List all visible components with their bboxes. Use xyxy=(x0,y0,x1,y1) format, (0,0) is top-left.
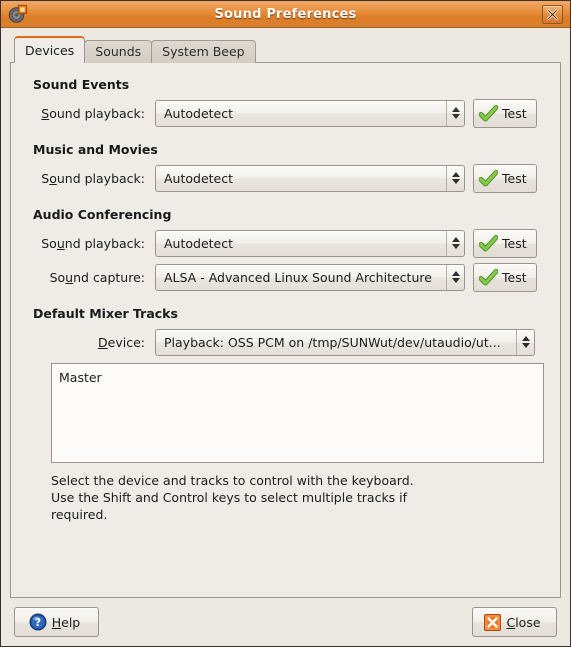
check-icon xyxy=(478,234,499,252)
check-icon xyxy=(478,104,499,122)
combo-music-movies-playback-value: Autodetect xyxy=(164,170,234,186)
close-button[interactable]: Close xyxy=(472,607,557,637)
check-icon xyxy=(478,268,499,286)
mixer-tracks-list[interactable]: Master xyxy=(51,363,544,463)
arrow-up-icon xyxy=(451,237,460,242)
label-conferencing-capture: Sound capture: xyxy=(49,269,145,285)
arrow-up-icon xyxy=(451,172,460,177)
devices-tab-panel: Sound Events Sound playback: Autodetect xyxy=(10,62,561,598)
combo-conferencing-playback-value: Autodetect xyxy=(164,235,234,251)
combo-conferencing-playback[interactable]: Autodetect xyxy=(155,229,465,257)
test-button-label: Test xyxy=(502,105,527,121)
arrow-up-icon xyxy=(451,271,460,276)
spinner-arrows-icon[interactable] xyxy=(516,329,534,355)
label-conferencing-playback: Sound playback: xyxy=(41,235,145,251)
row-sound-events-playback: Sound playback: Autodetect Test xyxy=(27,98,544,128)
close-icon xyxy=(547,8,558,20)
label-music-movies-playback: Sound playback: xyxy=(41,170,145,186)
hint-line: Use the Shift and Control keys to select… xyxy=(51,490,408,505)
test-button-music-movies[interactable]: Test xyxy=(473,163,537,193)
combo-music-movies-playback[interactable]: Autodetect xyxy=(155,164,465,192)
test-button-label: Test xyxy=(502,235,527,251)
spinner-arrows-icon[interactable] xyxy=(446,264,464,290)
row-music-movies-playback: Sound playback: Autodetect Test xyxy=(27,163,544,193)
arrow-up-icon xyxy=(451,107,460,112)
dialog-content: Devices Sounds System Beep Sound Events … xyxy=(1,28,570,598)
arrow-down-icon xyxy=(451,179,460,184)
dialog-action-area: ? Help Close xyxy=(1,598,570,646)
combo-sound-events-playback-value: Autodetect xyxy=(164,105,234,121)
row-conferencing-playback: Sound playback: Autodetect Test xyxy=(27,228,544,258)
arrow-down-icon xyxy=(451,244,460,249)
test-button-label: Test xyxy=(502,269,527,285)
group-title-default-mixer-tracks: Default Mixer Tracks xyxy=(33,306,178,321)
arrow-down-icon xyxy=(451,278,460,283)
help-button[interactable]: ? Help xyxy=(14,607,99,637)
close-button-label: Close xyxy=(506,614,541,630)
help-button-label: Help xyxy=(51,614,81,630)
test-button-conferencing-capture[interactable]: Test xyxy=(473,262,537,292)
svg-text:?: ? xyxy=(35,616,41,629)
tab-devices[interactable]: Devices xyxy=(14,36,86,63)
sound-preferences-window: Sound Preferences Devices Sounds System … xyxy=(0,0,571,647)
combo-conferencing-capture[interactable]: ALSA - Advanced Linux Sound Architecture xyxy=(155,263,465,291)
help-question-icon: ? xyxy=(29,613,47,631)
check-icon xyxy=(478,169,499,187)
close-x-icon xyxy=(484,613,502,631)
group-title-music-and-movies: Music and Movies xyxy=(33,142,158,157)
arrow-down-icon xyxy=(521,343,530,348)
spinner-arrows-icon[interactable] xyxy=(446,100,464,126)
group-title-audio-conferencing: Audio Conferencing xyxy=(33,207,172,222)
arrow-down-icon xyxy=(451,114,460,119)
window-title: Sound Preferences xyxy=(214,6,357,22)
row-conferencing-capture: Sound capture: ALSA - Advanced Linux Sou… xyxy=(27,262,544,292)
tab-strip: Devices Sounds System Beep xyxy=(14,36,561,63)
window-titlebar[interactable]: Sound Preferences xyxy=(1,1,570,28)
combo-conferencing-capture-value: ALSA - Advanced Linux Sound Architecture xyxy=(164,269,432,285)
label-sound-events-playback: Sound playback: xyxy=(41,105,145,121)
test-button-conferencing-playback[interactable]: Test xyxy=(473,228,537,258)
tab-system-beep[interactable]: System Beep xyxy=(151,40,256,63)
test-button-sound-events[interactable]: Test xyxy=(473,98,537,128)
list-item[interactable]: Master xyxy=(59,369,536,386)
combo-mixer-device[interactable]: Playback: OSS PCM on /tmp/SUNWut/dev/uta… xyxy=(155,328,535,356)
hint-line: Select the device and tracks to control … xyxy=(51,473,414,488)
arrow-up-icon xyxy=(521,336,530,341)
spinner-arrows-icon[interactable] xyxy=(446,165,464,191)
sound-preferences-icon xyxy=(7,3,29,25)
group-title-sound-events: Sound Events xyxy=(33,77,130,92)
label-mixer-device: Device: xyxy=(98,334,145,350)
mixer-tracks-hint: Select the device and tracks to control … xyxy=(51,472,544,523)
window-close-button[interactable] xyxy=(542,4,563,24)
tab-sounds[interactable]: Sounds xyxy=(84,40,153,63)
combo-mixer-device-value: Playback: OSS PCM on /tmp/SUNWut/dev/uta… xyxy=(164,334,501,350)
row-mixer-device: Device: Playback: OSS PCM on /tmp/SUNWut… xyxy=(27,327,544,357)
hint-line: required. xyxy=(51,507,108,522)
test-button-label: Test xyxy=(502,170,527,186)
spinner-arrows-icon[interactable] xyxy=(446,230,464,256)
combo-sound-events-playback[interactable]: Autodetect xyxy=(155,99,465,127)
